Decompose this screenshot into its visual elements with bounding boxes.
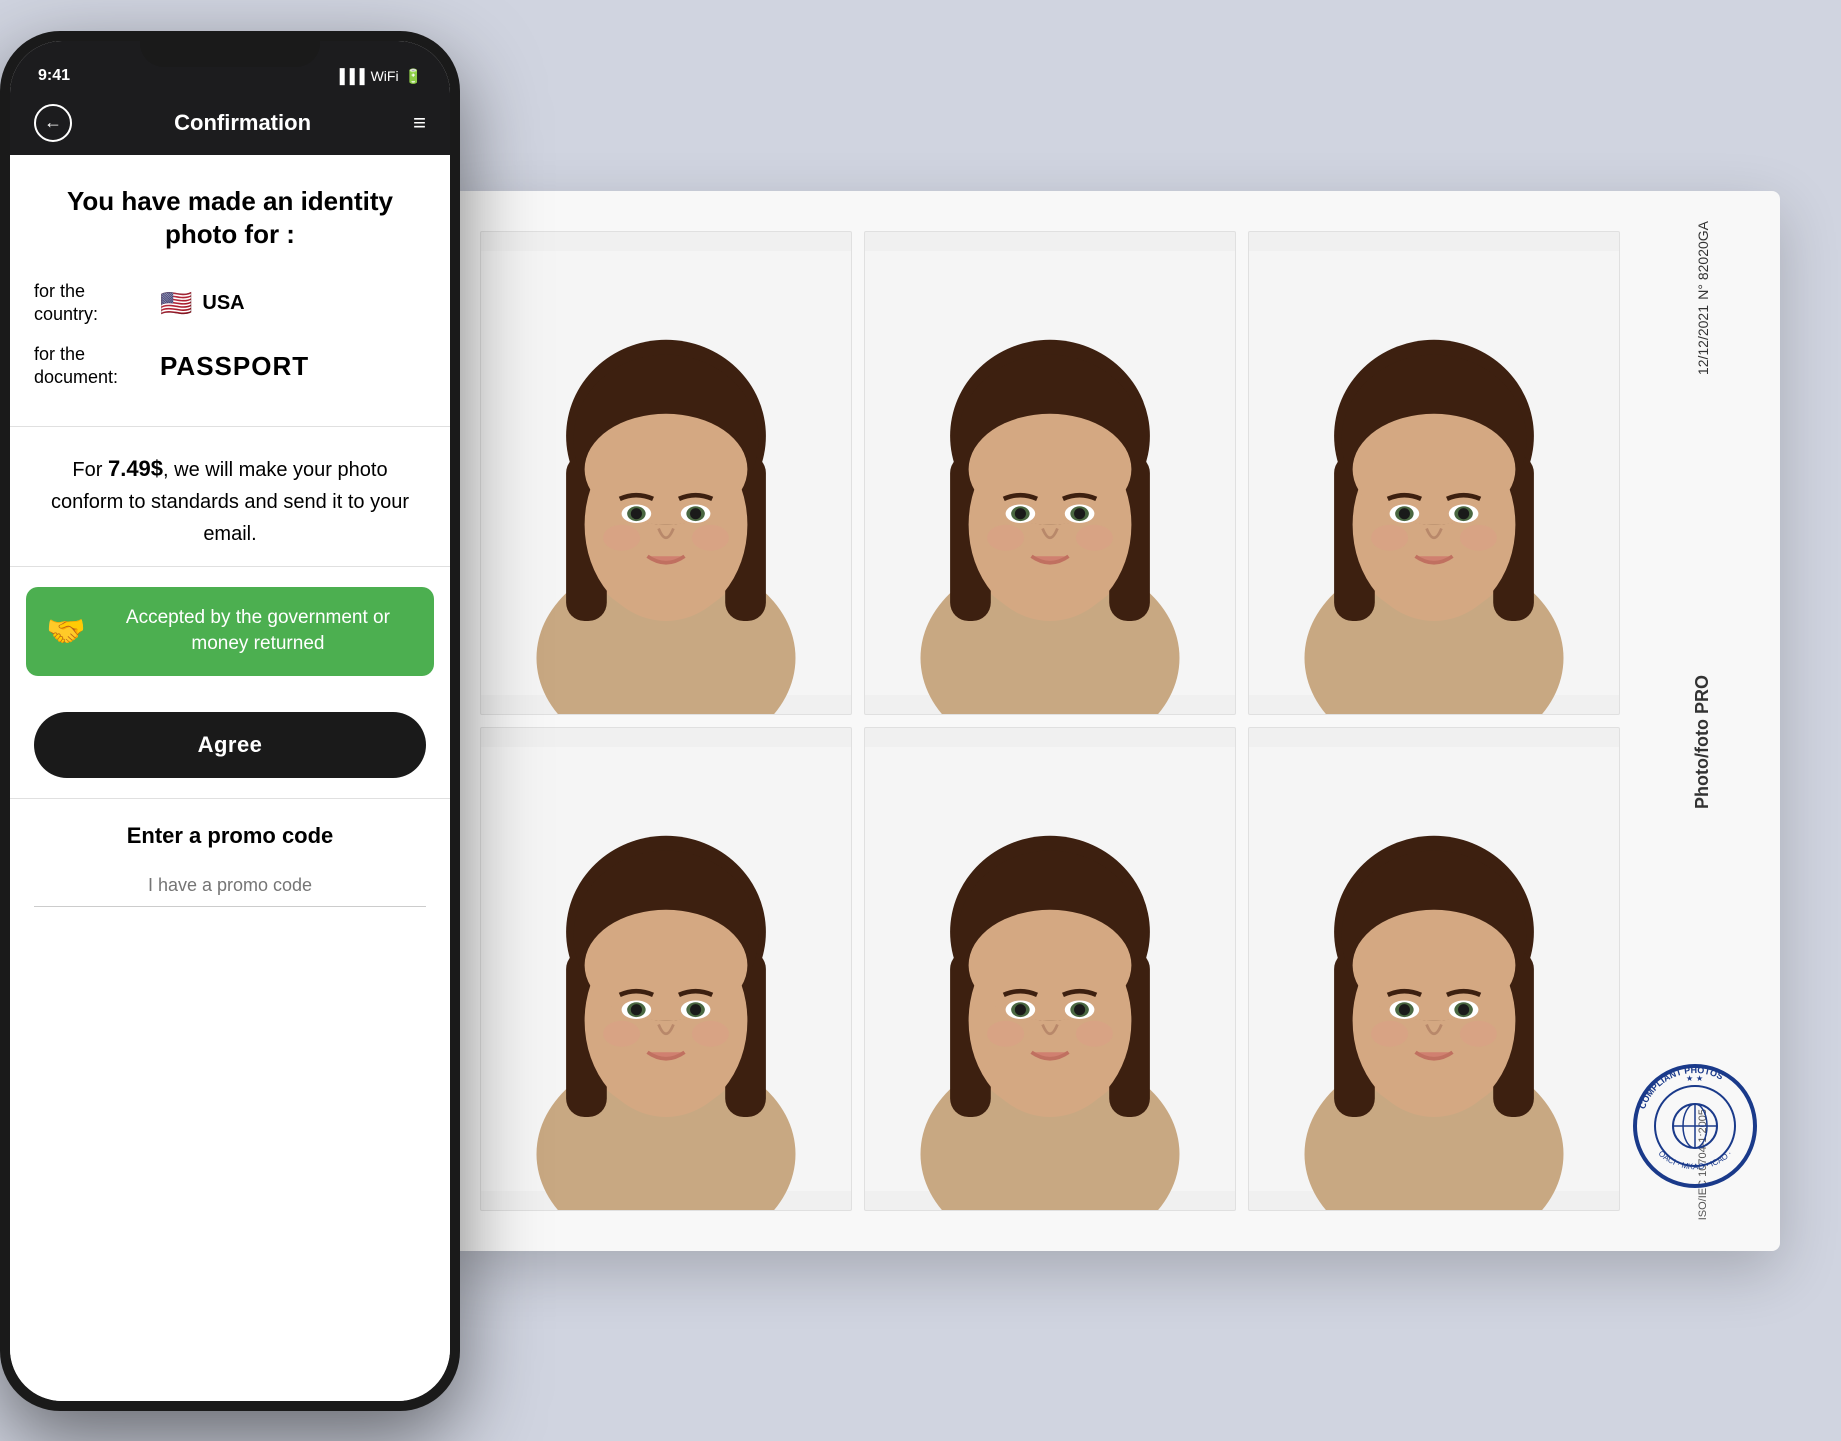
back-icon: ← — [44, 112, 62, 133]
nav-title: Confirmation — [174, 110, 311, 136]
phone-screen: 9:41 ▐▐▐ WiFi 🔋 ← Confirmation ≡ You hav… — [10, 41, 450, 1401]
photo-grid — [440, 191, 1780, 1251]
promo-section: Enter a promo code — [10, 799, 450, 937]
nav-bar: ← Confirmation ≡ — [10, 91, 450, 155]
phone-content: You have made an identity photo for : fo… — [10, 155, 450, 1401]
svg-text:★: ★ — [1696, 1074, 1703, 1083]
photo-cell-1 — [480, 231, 852, 715]
photo-cell-3 — [1248, 231, 1620, 715]
photo-cell-5 — [864, 727, 1236, 1211]
photo-cell-4 — [480, 727, 852, 1211]
compliance-stamp: COMPLIANT PHOTOS OACI · MKAO · ICAO · CA… — [1630, 1061, 1760, 1191]
menu-button[interactable]: ≡ — [413, 110, 426, 136]
handshake-icon: 🤝 — [46, 612, 86, 650]
agree-button[interactable]: Agree — [34, 712, 426, 778]
sheet-info: N° 82020GA 12/12/2021 Photo/foto PRO ISO… — [1625, 191, 1780, 1251]
guarantee-text: Accepted by the government or money retu… — [102, 605, 414, 658]
menu-icon: ≡ — [413, 110, 426, 135]
identity-fields: for the country: 🇺🇸 USA for the document… — [34, 280, 426, 390]
status-icons: ▐▐▐ WiFi 🔋 — [335, 68, 422, 85]
country-label: for the country: — [34, 280, 144, 327]
document-label: for the document: — [34, 343, 144, 390]
back-button[interactable]: ← — [34, 104, 72, 142]
country-row: for the country: 🇺🇸 USA — [34, 280, 426, 327]
price-description: For 7.49$, we will make your photo confo… — [34, 451, 426, 550]
price-amount: 7.49$ — [108, 456, 163, 481]
usa-flag-icon: 🇺🇸 — [160, 288, 192, 319]
price-prefix: For — [72, 459, 108, 481]
promo-title: Enter a promo code — [34, 823, 426, 849]
photo-cell-2 — [864, 231, 1236, 715]
promo-input[interactable] — [34, 865, 426, 907]
signal-icon: ▐▐▐ — [335, 68, 365, 84]
agree-section: Agree — [10, 696, 450, 799]
identity-title: You have made an identity photo for : — [34, 185, 426, 253]
status-time: 9:41 — [38, 67, 70, 85]
photo-sheet: N° 82020GA 12/12/2021 Photo/foto PRO ISO… — [440, 191, 1780, 1251]
document-row: for the document: PASSPORT — [34, 343, 426, 390]
country-value: 🇺🇸 USA — [160, 288, 245, 319]
document-name: PASSPORT — [160, 351, 309, 382]
wifi-icon: WiFi — [371, 68, 399, 84]
photo-cell-6 — [1248, 727, 1620, 1211]
sheet-number: N° 82020GA — [1695, 221, 1711, 300]
guarantee-banner: 🤝 Accepted by the government or money re… — [26, 587, 434, 676]
svg-text:★: ★ — [1686, 1074, 1693, 1083]
sheet-date: 12/12/2021 — [1695, 305, 1711, 375]
country-name: USA — [202, 292, 244, 315]
identity-section: You have made an identity photo for : fo… — [10, 155, 450, 427]
phone-notch — [140, 31, 320, 67]
phone-shell: 9:41 ▐▐▐ WiFi 🔋 ← Confirmation ≡ You hav… — [0, 31, 460, 1411]
battery-icon: 🔋 — [405, 68, 422, 85]
price-section: For 7.49$, we will make your photo confo… — [10, 427, 450, 567]
document-value: PASSPORT — [160, 351, 309, 382]
sheet-label: Photo/foto PRO — [1692, 675, 1713, 809]
